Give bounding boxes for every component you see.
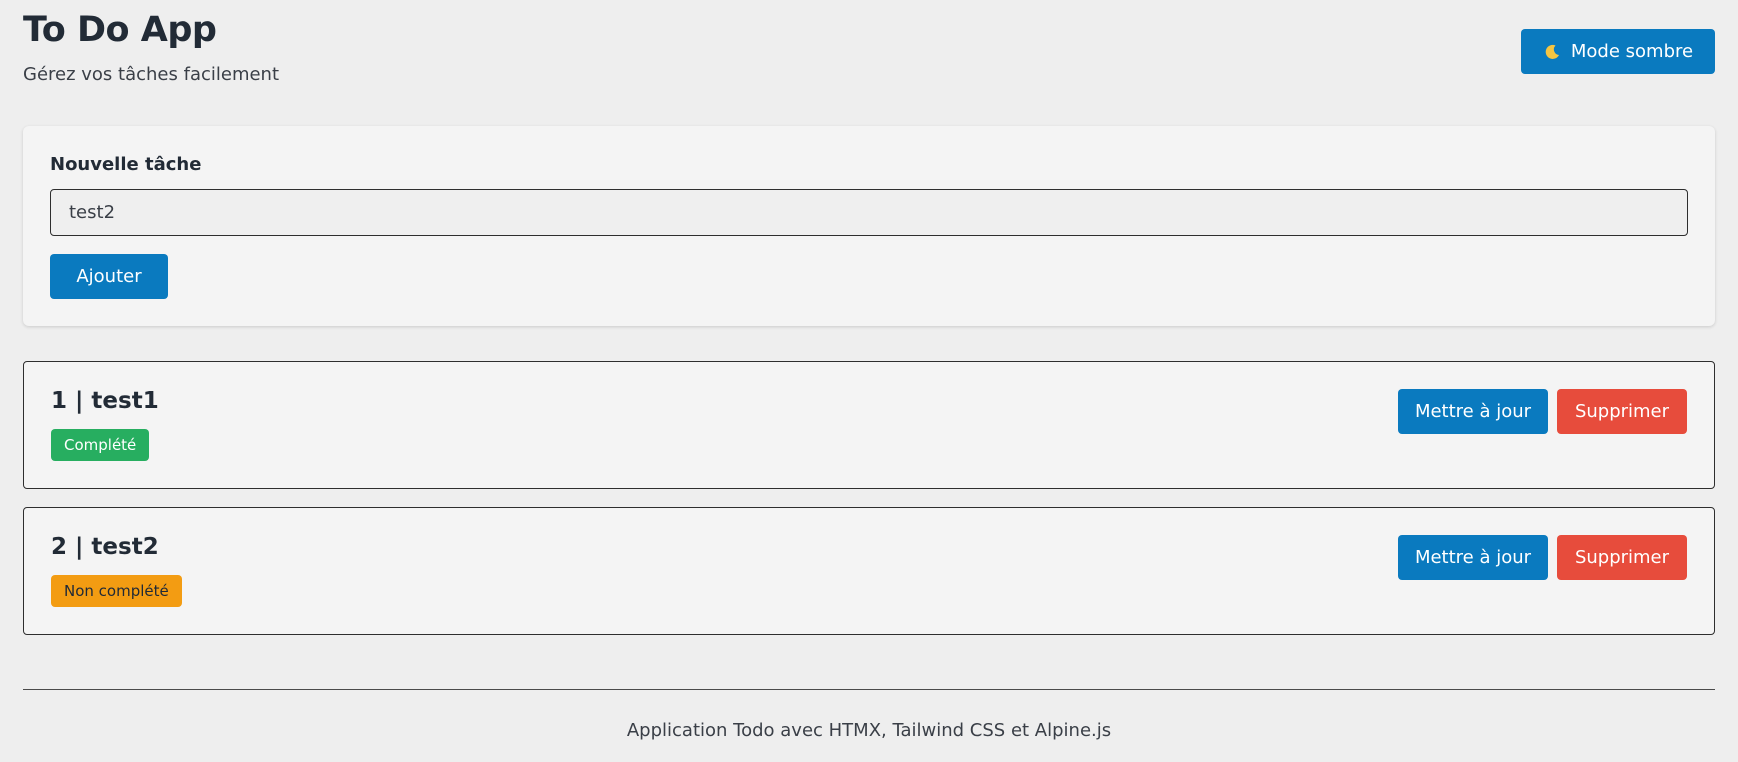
page-title: To Do App	[23, 10, 217, 50]
footer-divider	[23, 689, 1715, 690]
task-card: 1 | test1 Complété Mettre à jour Supprim…	[23, 361, 1715, 489]
moon-icon	[1543, 43, 1561, 61]
task-title: 1 | test1	[51, 388, 159, 414]
add-task-button[interactable]: Ajouter	[50, 254, 168, 299]
todo-app: To Do App Gérez vos tâches facilement Mo…	[0, 0, 1738, 762]
task-title: 2 | test2	[51, 534, 159, 560]
task-card: 2 | test2 Non complété Mettre à jour Sup…	[23, 507, 1715, 635]
status-badge: Non complété	[51, 575, 182, 607]
update-task-button[interactable]: Mettre à jour	[1398, 535, 1548, 580]
page-subtitle: Gérez vos tâches facilement	[23, 64, 280, 85]
dark-mode-toggle-button[interactable]: Mode sombre	[1521, 29, 1715, 74]
update-task-button[interactable]: Mettre à jour	[1398, 389, 1548, 434]
delete-task-button[interactable]: Supprimer	[1557, 535, 1687, 580]
new-task-label: Nouvelle tâche	[50, 154, 202, 175]
footer-text: Application Todo avec HTMX, Tailwind CSS…	[626, 720, 1112, 741]
new-task-form: Nouvelle tâche Ajouter	[23, 126, 1715, 326]
delete-task-button[interactable]: Supprimer	[1557, 389, 1687, 434]
new-task-input[interactable]	[50, 189, 1688, 236]
status-badge: Complété	[51, 429, 150, 461]
dark-mode-label: Mode sombre	[1570, 41, 1694, 62]
